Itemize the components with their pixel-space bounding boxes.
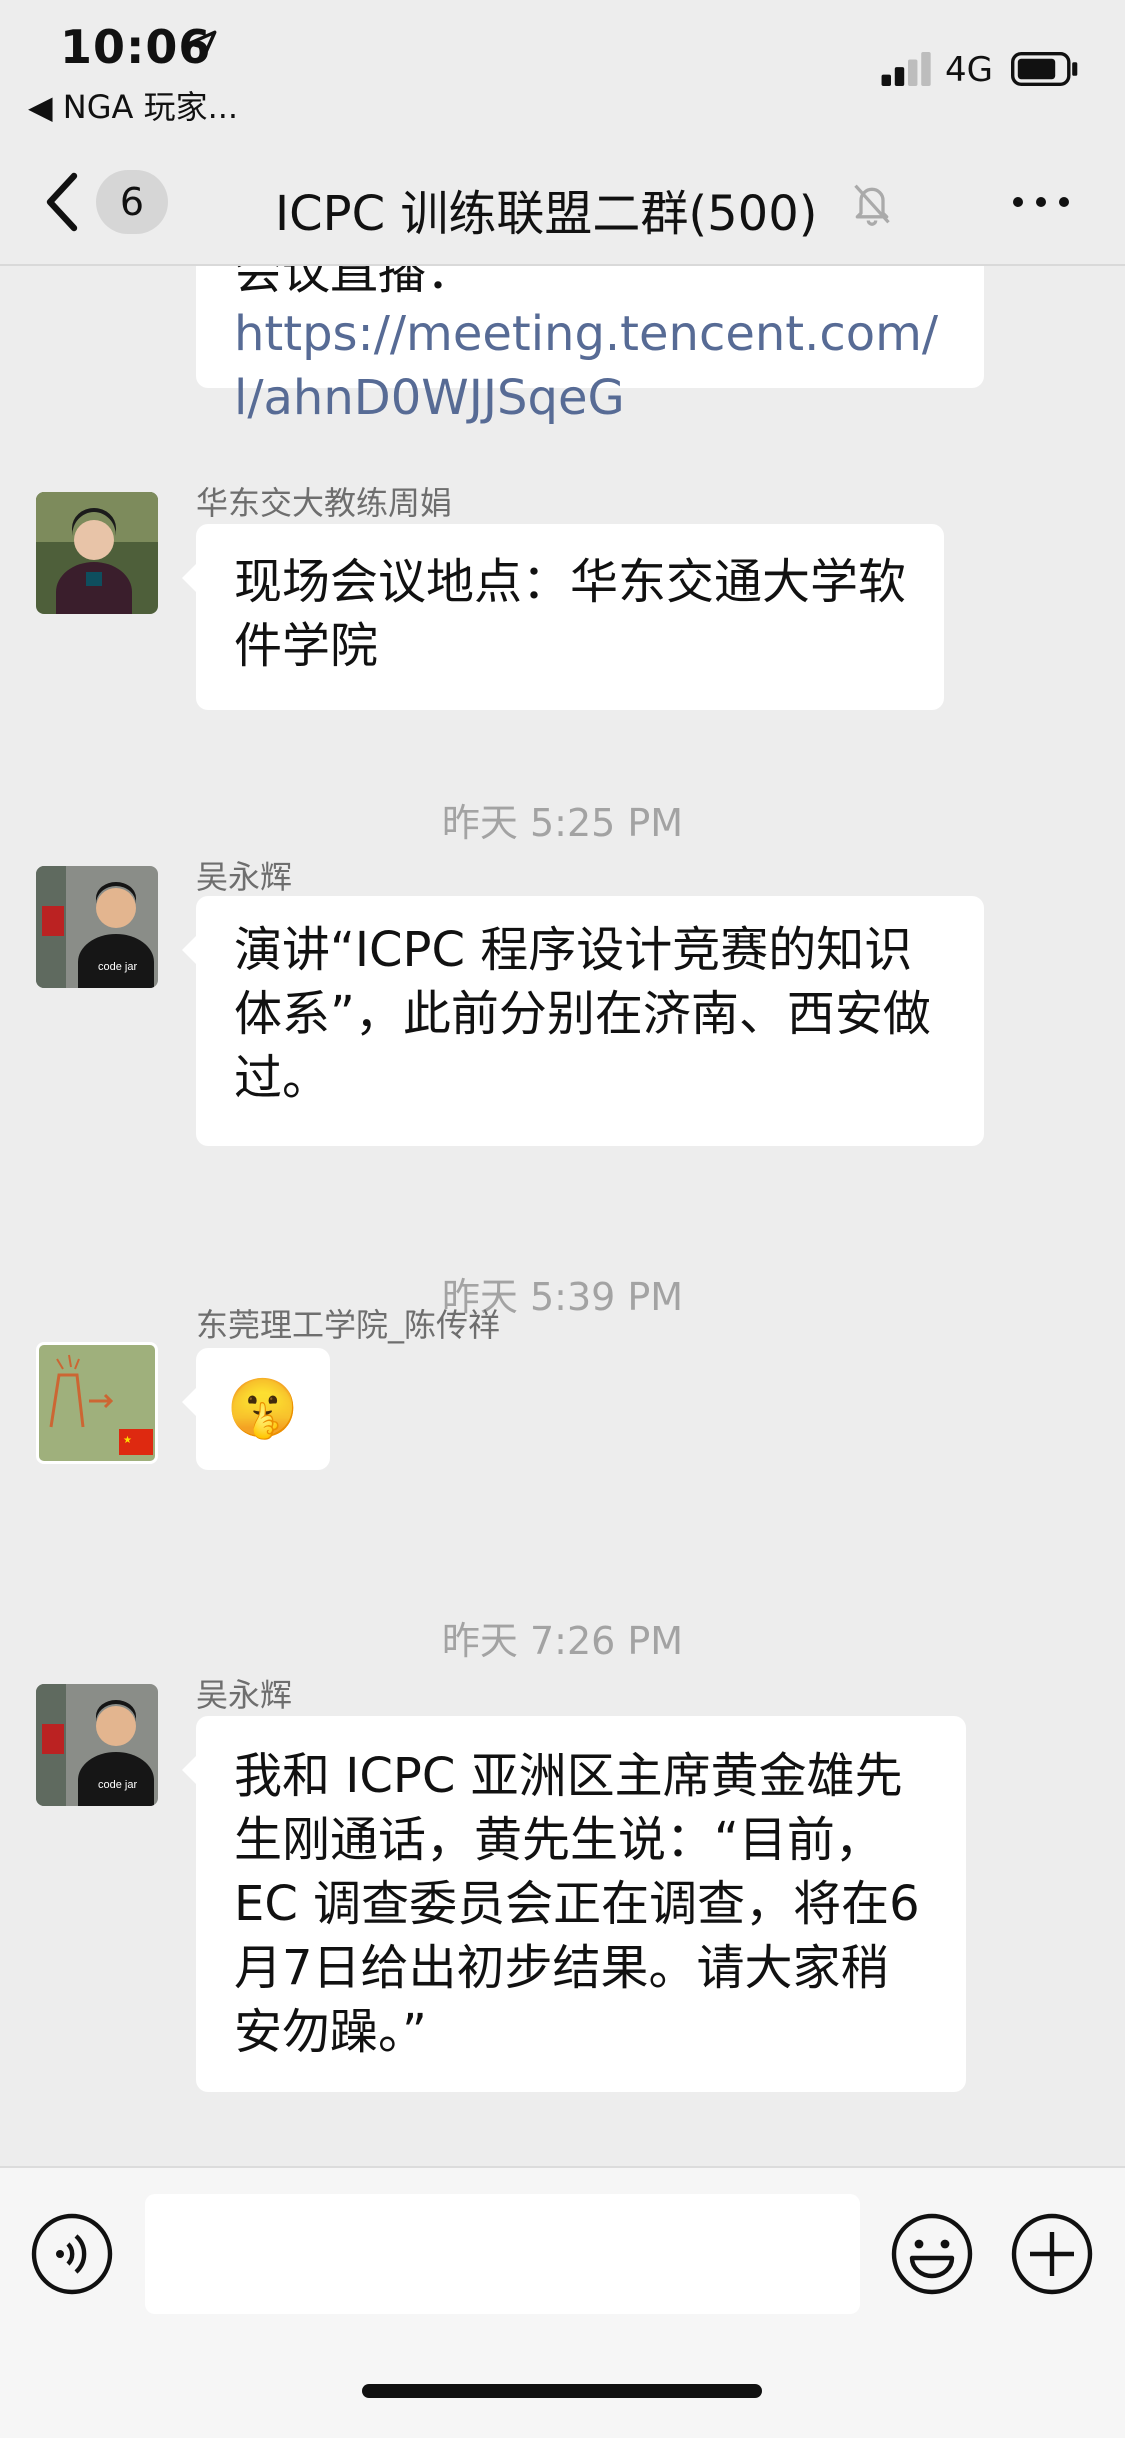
- avatar-shirt-text: code jar: [98, 961, 137, 973]
- svg-text:★: ★: [123, 1435, 132, 1446]
- network-type: 4G: [945, 50, 993, 90]
- message-text: 现场会议地点：华东交通大学软件学院: [234, 554, 907, 674]
- sender-name: 华东交大教练周娟: [196, 484, 453, 522]
- timestamp-divider: 昨天 5:25 PM: [441, 801, 684, 845]
- avatar-photo: [36, 492, 158, 614]
- message-text: 我和 ICPC 亚洲区主席黄金雄先生刚通话，黄先生说：“目前，EC 调查委员会正…: [234, 1748, 920, 2060]
- avatar[interactable]: code jar: [36, 1684, 158, 1806]
- message-bubble[interactable]: 我和 ICPC 亚洲区主席黄金雄先生刚通话，黄先生说：“目前，EC 调查委员会正…: [182, 1716, 966, 2092]
- avatar-photo: code jar: [36, 866, 158, 988]
- avatar-photo: ★: [39, 1345, 155, 1461]
- message-list[interactable]: 会议直播： https://meeting.tencent.com/l/ahnD…: [0, 266, 1125, 2166]
- location-arrow-icon: [187, 30, 217, 60]
- emoji-picker-icon[interactable]: [890, 2212, 974, 2296]
- input-bar: [0, 2166, 1125, 2438]
- chat-header: 6 ICPC 训练联盟二群(500): [0, 150, 1125, 266]
- avatar[interactable]: [36, 492, 158, 614]
- sender-name: 吴永辉: [196, 858, 293, 896]
- message-bubble[interactable]: 🤫: [182, 1348, 330, 1470]
- timestamp-divider: 昨天 7:26 PM: [441, 1619, 684, 1663]
- battery-icon: [1011, 52, 1078, 86]
- more-options-icon[interactable]: [1010, 192, 1072, 212]
- message-bubble[interactable]: 会议直播： https://meeting.tencent.com/l/ahnD…: [196, 266, 984, 426]
- meeting-link[interactable]: https://meeting.tencent.com/l/ahnD0WJJSq…: [234, 302, 946, 430]
- emoji-shush: 🤫: [226, 1374, 300, 1442]
- home-indicator[interactable]: [362, 2384, 762, 2398]
- avatar-photo: code jar: [36, 1684, 158, 1806]
- voice-input-icon[interactable]: [30, 2212, 114, 2296]
- page-title: ICPC 训练联盟二群(500): [275, 186, 818, 242]
- mute-bell-icon: [854, 184, 890, 226]
- message-bubble[interactable]: 现场会议地点：华东交通大学软件学院: [182, 524, 944, 710]
- unread-count-badge[interactable]: 6: [96, 170, 168, 234]
- avatar[interactable]: code jar: [36, 866, 158, 988]
- sender-name: 东莞理工学院_陈传祥: [196, 1306, 501, 1344]
- avatar[interactable]: ★: [36, 1342, 158, 1464]
- back-arrow-icon[interactable]: [42, 172, 82, 232]
- message-text: 会议直播：: [234, 266, 475, 300]
- avatar-shirt-text: code jar: [98, 1779, 137, 1791]
- message-bubble[interactable]: 演讲“ICPC 程序设计竞赛的知识体系”，此前分别在济南、西安做过。: [182, 896, 984, 1146]
- status-bar: 10:06 ◀ NGA 玩家... 4G: [0, 0, 1125, 150]
- cellular-signal-icon: [881, 52, 931, 86]
- more-functions-plus-icon[interactable]: [1010, 2212, 1094, 2296]
- sender-name: 吴永辉: [196, 1676, 293, 1714]
- message-input[interactable]: [145, 2194, 860, 2314]
- back-to-app-link[interactable]: ◀ NGA 玩家...: [28, 82, 238, 128]
- timestamp-divider: 昨天 5:39 PM: [441, 1275, 684, 1319]
- message-text: 演讲“ICPC 程序设计竞赛的知识体系”，此前分别在济南、西安做过。: [234, 922, 931, 1106]
